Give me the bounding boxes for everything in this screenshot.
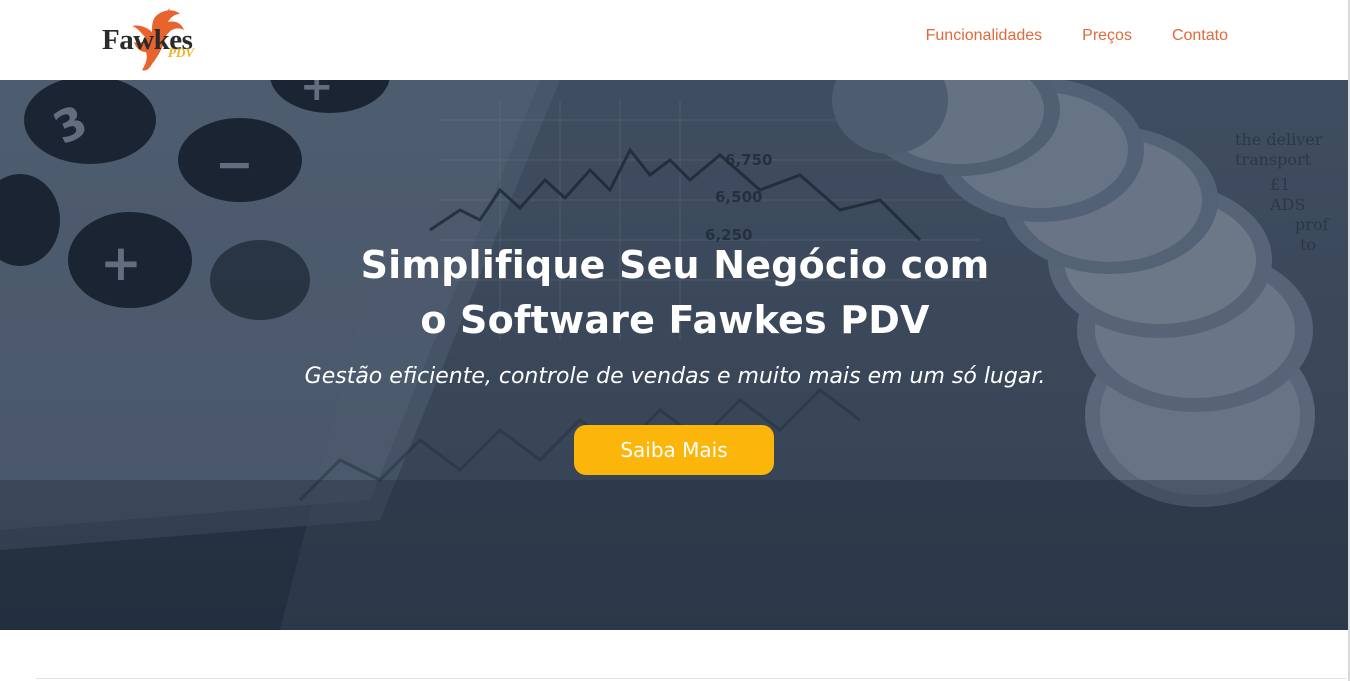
brand-logo[interactable]: Fawkes PDV — [96, 8, 206, 74]
main-nav: Funcionalidades Preços Contato — [926, 27, 1228, 45]
hero-overlay — [0, 80, 1350, 630]
brand-subtitle: PDV — [168, 45, 194, 60]
nav-link-precos[interactable]: Preços — [1082, 27, 1132, 45]
nav-link-contato[interactable]: Contato — [1172, 27, 1228, 45]
hero-subtitle: Gestão eficiente, controle de vendas e m… — [304, 364, 1046, 389]
hero-title-line-2: o Software Fawkes PDV — [420, 298, 930, 342]
navbar: Fawkes PDV Funcionalidades Preços Contat… — [0, 0, 1350, 80]
hero-title-line-1: Simplifique Seu Negócio com — [360, 243, 990, 287]
hero-title: Simplifique Seu Negócio com o Software F… — [0, 238, 1350, 348]
saiba-mais-button[interactable]: Saiba Mais — [574, 425, 774, 475]
section-divider — [36, 678, 1346, 679]
hero-section: 3 − + + 6,750 6,500 6,250 the deliver tr… — [0, 80, 1350, 630]
nav-link-funcionalidades[interactable]: Funcionalidades — [926, 27, 1043, 45]
